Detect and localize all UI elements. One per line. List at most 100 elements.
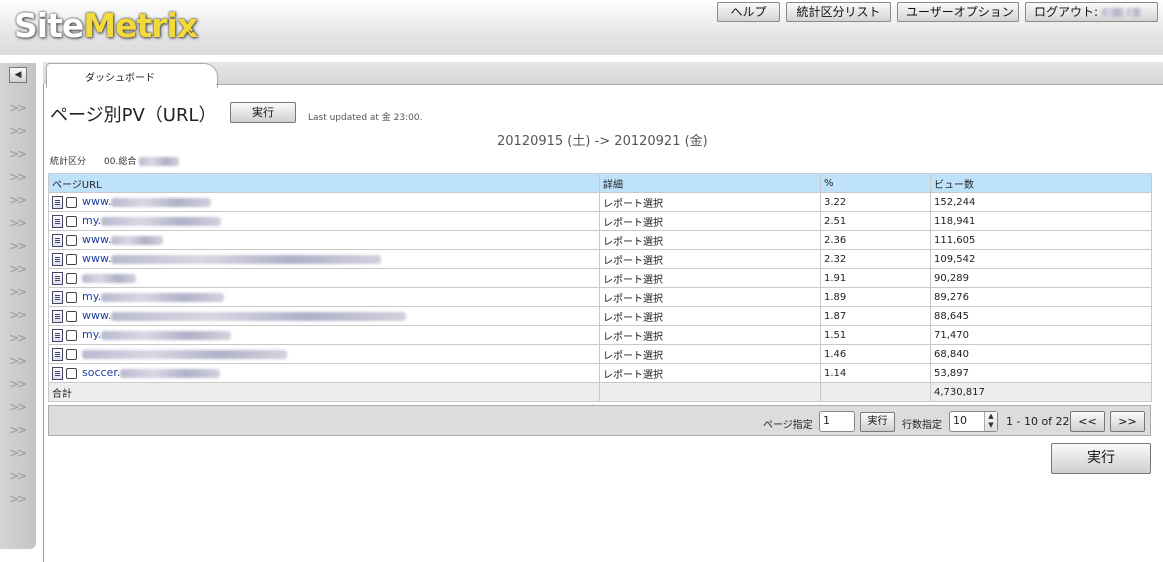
table-row: my. レポート選択 1.51 71,470 (48, 325, 1152, 345)
segment-name-redacted (139, 157, 180, 166)
page-doc-icon[interactable] (52, 195, 63, 209)
user-options-button[interactable]: ユーザーオプション (897, 2, 1019, 22)
collapse-rail-button[interactable]: ◀ (9, 67, 27, 83)
url-redacted[interactable] (101, 330, 232, 340)
url-redacted[interactable] (111, 254, 382, 264)
page-doc-icon[interactable] (52, 328, 63, 342)
detail-cell[interactable]: レポート選択 (599, 249, 821, 269)
rows-per-page-stepper[interactable]: 10 ▲ ▼ (949, 411, 998, 432)
page-doc-icon[interactable] (52, 214, 63, 228)
help-button[interactable]: ヘルプ (717, 2, 780, 22)
url-redacted[interactable] (101, 216, 222, 226)
row-checkbox[interactable] (66, 234, 77, 246)
page-doc-icon[interactable] (52, 347, 63, 361)
header-views[interactable]: ビュー数 (930, 173, 1152, 193)
expand-chevron-icon[interactable]: >> (9, 262, 27, 276)
expand-chevron-icon[interactable]: >> (9, 400, 27, 414)
detail-cell[interactable]: レポート選択 (599, 192, 821, 212)
expand-chevron-icon[interactable]: >> (9, 216, 27, 230)
expand-chevron-icon[interactable]: >> (9, 124, 27, 138)
page-go-button[interactable]: 実行 (860, 412, 895, 432)
expand-chevron-icon[interactable]: >> (9, 423, 27, 437)
row-checkbox[interactable] (66, 215, 77, 227)
expand-chevron-icon[interactable]: >> (9, 308, 27, 322)
table-total-row: 合計 4,730,817 (48, 382, 1152, 402)
detail-cell[interactable]: レポート選択 (599, 306, 821, 326)
total-label: 合計 (48, 382, 600, 402)
url-cell: www. (48, 230, 600, 250)
header-percent[interactable]: % (820, 173, 931, 193)
row-checkbox[interactable] (66, 253, 77, 265)
prev-page-button[interactable]: << (1070, 411, 1105, 432)
expand-chevron-icon[interactable]: >> (9, 377, 27, 391)
detail-cell[interactable]: レポート選択 (599, 344, 821, 364)
table-row: www. レポート選択 1.87 88,645 (48, 306, 1152, 326)
url-link[interactable]: www. (82, 195, 111, 208)
page-number-input[interactable]: 1 (819, 411, 855, 432)
stepper-arrows-icon[interactable]: ▲ ▼ (984, 412, 997, 431)
detail-cell[interactable]: レポート選択 (599, 287, 821, 307)
detail-cell[interactable]: レポート選択 (599, 230, 821, 250)
url-link[interactable]: my. (82, 328, 101, 341)
row-checkbox[interactable] (66, 329, 77, 341)
expand-chevron-icon[interactable]: >> (9, 239, 27, 253)
url-redacted[interactable] (120, 368, 221, 378)
row-checkbox[interactable] (66, 291, 77, 303)
page-doc-icon[interactable] (52, 309, 63, 323)
page-doc-icon[interactable] (52, 271, 63, 285)
row-checkbox[interactable] (66, 367, 77, 379)
url-redacted[interactable] (82, 273, 136, 283)
url-link[interactable]: my. (82, 214, 101, 227)
percent-cell: 2.51 (820, 211, 931, 231)
detail-cell[interactable]: レポート選択 (599, 268, 821, 288)
detail-cell[interactable]: レポート選択 (599, 211, 821, 231)
views-cell: 111,605 (930, 230, 1152, 250)
url-cell: soccer. (48, 363, 600, 383)
url-redacted[interactable] (111, 235, 164, 245)
page-doc-icon[interactable] (52, 366, 63, 380)
run-report-button[interactable]: 実行 (230, 102, 296, 123)
url-link[interactable]: www. (82, 252, 111, 265)
percent-cell: 2.36 (820, 230, 931, 250)
expand-chevron-icon[interactable]: >> (9, 147, 27, 161)
logo-dropdown-icon[interactable]: ⌄ (186, 22, 197, 37)
row-checkbox[interactable] (66, 196, 77, 208)
expand-chevron-icon[interactable]: >> (9, 492, 27, 506)
run-bottom-button[interactable]: 実行 (1051, 443, 1151, 474)
next-page-button[interactable]: >> (1110, 411, 1145, 432)
page-doc-icon[interactable] (52, 252, 63, 266)
row-checkbox[interactable] (66, 310, 77, 322)
url-redacted[interactable] (82, 349, 287, 359)
url-link[interactable]: soccer. (82, 366, 120, 379)
page-doc-icon[interactable] (52, 290, 63, 304)
expand-chevron-icon[interactable]: >> (9, 170, 27, 184)
page-doc-icon[interactable] (52, 233, 63, 247)
header-page-url[interactable]: ページURL (48, 173, 600, 193)
expand-chevron-icon[interactable]: >> (9, 101, 27, 115)
expand-chevron-icon[interactable]: >> (9, 331, 27, 345)
expand-chevron-icon[interactable]: >> (9, 469, 27, 483)
views-cell: 152,244 (930, 192, 1152, 212)
segment-list-button[interactable]: 統計区分リスト (786, 2, 891, 22)
sitemetrix-logo[interactable]: SiteMetrix (14, 6, 198, 45)
detail-cell[interactable]: レポート選択 (599, 325, 821, 345)
expand-chevron-icon[interactable]: >> (9, 354, 27, 368)
expand-chevron-icon[interactable]: >> (9, 193, 27, 207)
logout-button[interactable]: ログアウト: (1025, 2, 1158, 22)
username-redacted (1102, 8, 1125, 17)
url-link[interactable]: www. (82, 309, 111, 322)
header-detail[interactable]: 詳細 (599, 173, 821, 193)
row-checkbox[interactable] (66, 272, 77, 284)
tab-dashboard[interactable]: ダッシュボード (46, 63, 218, 88)
row-checkbox[interactable] (66, 348, 77, 360)
url-redacted[interactable] (101, 292, 225, 302)
url-link[interactable]: my. (82, 290, 101, 303)
url-link[interactable]: www. (82, 233, 111, 246)
expand-chevron-icon[interactable]: >> (9, 446, 27, 460)
detail-cell[interactable]: レポート選択 (599, 363, 821, 383)
expand-chevron-icon[interactable]: >> (9, 285, 27, 299)
percent-cell: 3.22 (820, 192, 931, 212)
percent-cell: 2.32 (820, 249, 931, 269)
url-redacted[interactable] (111, 197, 212, 207)
url-redacted[interactable] (111, 311, 407, 321)
